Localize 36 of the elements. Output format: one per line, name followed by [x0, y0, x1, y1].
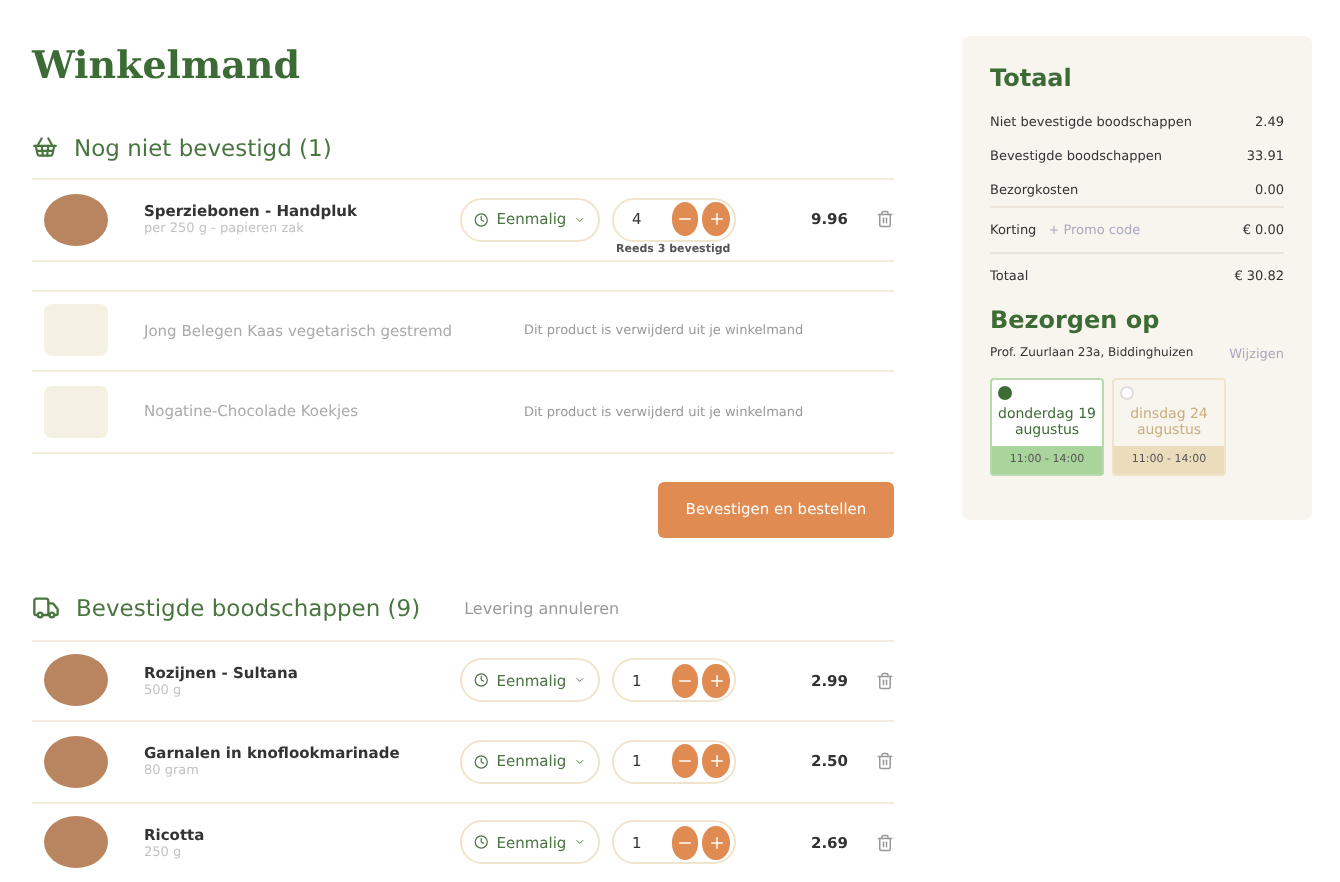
delete-icon[interactable]: [876, 671, 894, 690]
section-title: Nog niet bevestigd (1): [74, 133, 332, 162]
photo-placeholder: [44, 193, 108, 246]
decrease-button[interactable]: [671, 202, 699, 237]
photo-placeholder: [44, 816, 108, 869]
photo-placeholder: [44, 735, 108, 788]
clock-icon: [474, 751, 489, 772]
cancel-delivery-link[interactable]: Levering annuleren: [464, 599, 620, 618]
section-title: Bevestigde boodschappen (9): [76, 594, 421, 623]
decrease-button[interactable]: [671, 744, 699, 779]
plus-icon: [707, 833, 726, 852]
delete-icon[interactable]: [876, 752, 894, 771]
decrease-button[interactable]: [671, 825, 699, 860]
plus-icon: [707, 210, 726, 229]
radio-icon: [1120, 386, 1134, 400]
clock-icon: [474, 670, 489, 691]
delivery-title: Bezorgen op: [990, 306, 1162, 334]
summary-title: Totaal: [990, 64, 1074, 92]
photo-placeholder: [44, 385, 108, 438]
photo-placeholder: [44, 654, 108, 707]
clock-icon: [474, 832, 489, 853]
delete-icon[interactable]: [876, 210, 894, 229]
truck-icon: [32, 594, 60, 623]
delete-icon[interactable]: [876, 833, 894, 852]
increase-button[interactable]: [702, 744, 730, 779]
photo-placeholder: [44, 304, 108, 357]
clock-icon: [474, 209, 489, 230]
plus-icon: [707, 671, 726, 690]
increase-button[interactable]: [702, 202, 730, 237]
basket-icon: [32, 134, 58, 161]
page-title: Winkelmand: [32, 44, 303, 88]
plus-icon: [707, 752, 726, 771]
radio-icon: [998, 386, 1012, 400]
decrease-button[interactable]: [671, 663, 699, 698]
increase-button[interactable]: [702, 663, 730, 698]
increase-button[interactable]: [702, 825, 730, 860]
